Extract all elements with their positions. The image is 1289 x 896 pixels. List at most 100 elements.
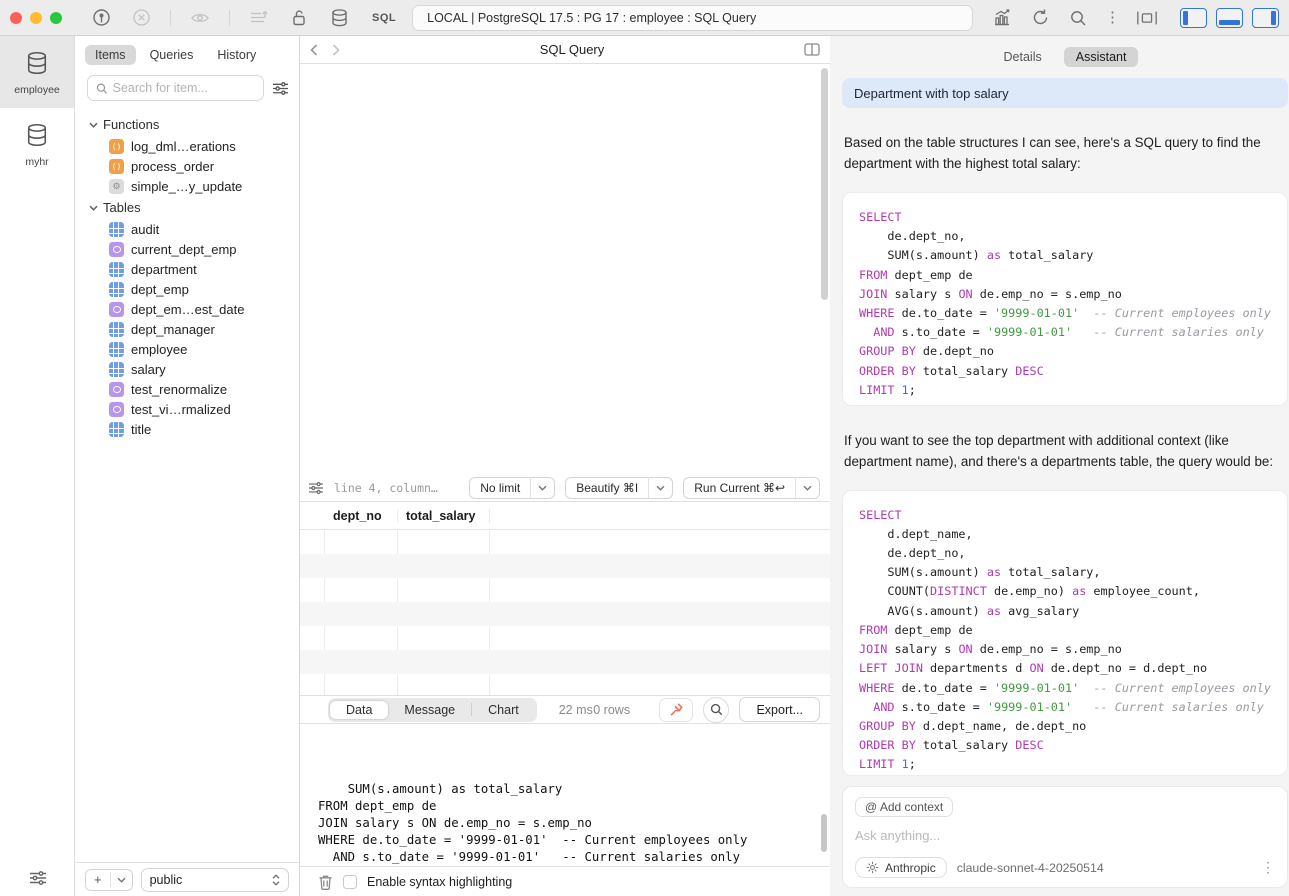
search-input[interactable] [113, 81, 255, 95]
toggle-bottom-panel-button[interactable] [1216, 8, 1243, 28]
connection-icon[interactable] [90, 7, 112, 29]
editor-line-14[interactable] [300, 289, 830, 306]
editor-line-4[interactable] [300, 120, 830, 137]
refresh-icon[interactable] [1029, 7, 1051, 29]
export-button[interactable]: Export... [739, 697, 820, 722]
zoom-window-button[interactable] [50, 12, 62, 24]
message-scrollbar[interactable] [821, 814, 827, 852]
assistant-code-block-2[interactable]: SELECT d.dept_name, de.dept_no, SUM(s.am… [842, 490, 1288, 776]
center-layout-icon[interactable] [1136, 7, 1158, 29]
tree-item-dept_manager[interactable]: dept_manager [75, 319, 299, 339]
grid-empty-row[interactable] [300, 650, 830, 674]
chevron-down-icon[interactable] [649, 485, 672, 491]
search-results-button[interactable] [703, 697, 729, 723]
limit-dropdown[interactable]: No limit [469, 477, 555, 499]
beautify-dropdown[interactable]: Beautify ⌘I [565, 477, 673, 499]
enable-syntax-label[interactable]: Enable syntax highlighting [367, 875, 512, 889]
message-panel[interactable]: SUM(s.amount) as total_salaryFROM dept_e… [300, 724, 830, 866]
grid-empty-row[interactable] [300, 578, 830, 602]
item-search-box[interactable] [87, 75, 264, 101]
add-item-button[interactable]: + [85, 869, 133, 891]
tab-details[interactable]: Details [992, 47, 1054, 67]
tree-group-tables[interactable]: Tables [75, 196, 299, 219]
schema-select[interactable]: public [141, 868, 289, 892]
tree-item-dept_emest_date[interactable]: dept_em…est_date [75, 299, 299, 319]
tree-item-department[interactable]: department [75, 259, 299, 279]
grid-empty-row[interactable] [300, 626, 830, 650]
tree-item-simple_y_update[interactable]: ⚙simple_…y_update [75, 176, 299, 196]
chevron-down-icon[interactable] [111, 877, 132, 883]
editor-line-12[interactable] [300, 255, 830, 272]
tab-items[interactable]: Items [85, 45, 136, 65]
assistant-code-block-1[interactable]: SELECT de.dept_no, SUM(s.amount) as tota… [842, 192, 1288, 406]
chevron-down-icon[interactable] [531, 485, 554, 491]
tree-item-salary[interactable]: salary [75, 359, 299, 379]
editor-line-6[interactable] [300, 153, 830, 170]
toggle-right-panel-button[interactable] [1252, 8, 1279, 28]
grid-empty-row[interactable] [300, 554, 830, 578]
tree-item-current_dept_emp[interactable]: current_dept_emp [75, 239, 299, 259]
editor-line-19[interactable] [300, 373, 830, 390]
conversation-title-banner[interactable]: Department with top salary [842, 78, 1288, 108]
editor-line-7[interactable] [300, 170, 830, 187]
grid-empty-row[interactable] [300, 674, 830, 696]
tree-item-title[interactable]: title [75, 419, 299, 439]
editor-line-9[interactable] [300, 204, 830, 221]
nav-back-icon[interactable] [310, 44, 318, 56]
chevron-down-icon[interactable] [796, 485, 819, 491]
close-window-button[interactable] [10, 12, 22, 24]
chart-icon[interactable] [991, 7, 1013, 29]
editor-line-1[interactable] [300, 69, 830, 86]
tree-item-log_dmlerations[interactable]: ()log_dml…erations [75, 136, 299, 156]
editor-tab-title[interactable]: SQL Query [340, 42, 804, 57]
editor-line-23[interactable] [300, 441, 830, 458]
tree-item-process_order[interactable]: ()process_order [75, 156, 299, 176]
editor-line-24[interactable] [300, 457, 830, 474]
results-tab-data[interactable]: Data [330, 701, 388, 719]
tab-assistant[interactable]: Assistant [1064, 47, 1139, 67]
editor-line-15[interactable] [300, 305, 830, 322]
sidebar-filter-icon[interactable] [272, 81, 289, 96]
statusbar-filter-icon[interactable] [308, 481, 324, 495]
pin-result-button[interactable] [659, 698, 693, 722]
editor-line-13[interactable] [300, 272, 830, 289]
editor-line-5[interactable] [300, 137, 830, 154]
editor-line-16[interactable] [300, 322, 830, 339]
editor-line-18[interactable] [300, 356, 830, 373]
tree-item-audit[interactable]: audit [75, 219, 299, 239]
rail-filter-icon[interactable] [0, 870, 75, 886]
editor-line-11[interactable] [300, 238, 830, 255]
tree-item-test_renormalize[interactable]: test_renormalize [75, 379, 299, 399]
connection-myhr[interactable]: myhr [0, 108, 74, 180]
sql-editor[interactable] [300, 64, 830, 474]
column-header-dept_no[interactable]: dept_no [325, 509, 398, 523]
results-grid[interactable]: dept_nototal_salary [300, 502, 830, 696]
run-current-dropdown[interactable]: Run Current ⌘↩ [683, 477, 820, 499]
editor-line-2[interactable] [300, 86, 830, 103]
tab-queries[interactable]: Queries [140, 45, 204, 65]
tree-item-test_virmalized[interactable]: test_vi…rmalized [75, 399, 299, 419]
column-header-total_salary[interactable]: total_salary [398, 509, 490, 523]
split-editor-icon[interactable] [804, 43, 820, 56]
enable-syntax-checkbox[interactable] [343, 875, 357, 889]
add-context-button[interactable]: @ Add context [855, 797, 953, 817]
tree-item-dept_emp[interactable]: dept_emp [75, 279, 299, 299]
tree-group-functions[interactable]: Functions [75, 113, 299, 136]
more-options-icon[interactable]: ⋮ [1105, 10, 1120, 25]
editor-line-10[interactable] [300, 221, 830, 238]
results-tab-chart[interactable]: Chart [472, 701, 535, 719]
grid-empty-row[interactable] [300, 602, 830, 626]
unlock-icon[interactable] [288, 7, 310, 29]
editor-line-21[interactable] [300, 407, 830, 424]
connection-employee[interactable]: employee [0, 36, 74, 108]
results-tab-message[interactable]: Message [388, 701, 471, 719]
provider-selector[interactable]: Anthropic [855, 857, 947, 878]
database-icon[interactable] [328, 7, 350, 29]
tab-history[interactable]: History [207, 45, 266, 65]
editor-line-20[interactable] [300, 390, 830, 407]
minimize-window-button[interactable] [30, 12, 42, 24]
connection-title[interactable]: LOCAL | PostgreSQL 17.5 : PG 17 : employ… [412, 5, 973, 31]
editor-scrollbar[interactable] [821, 68, 828, 300]
grid-empty-row[interactable] [300, 530, 830, 554]
editor-line-8[interactable] [300, 187, 830, 204]
